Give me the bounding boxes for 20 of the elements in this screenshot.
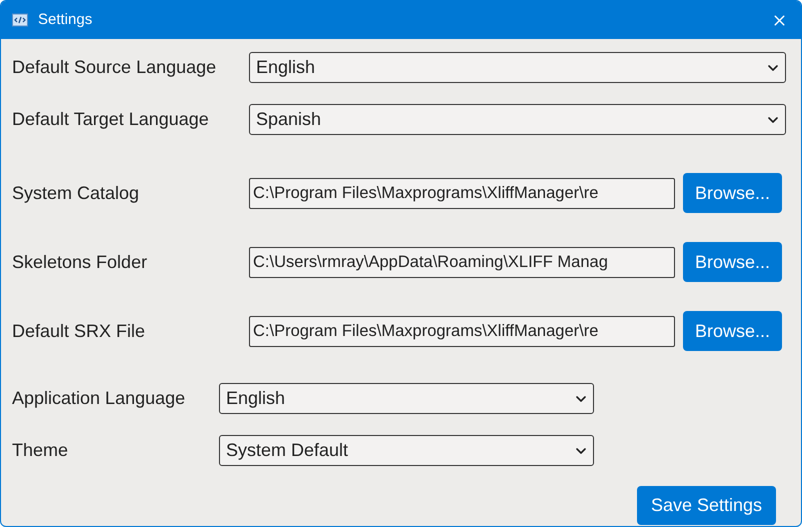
window-title: Settings: [38, 10, 92, 30]
field-label: Application Language: [12, 387, 186, 410]
field-label: Default SRX File: [12, 320, 146, 342]
browse-button[interactable]: Browse...: [683, 311, 782, 351]
code-window-icon: [12, 13, 28, 27]
save-settings-button[interactable]: Save Settings: [637, 486, 776, 525]
field-label: Skeletons Folder: [12, 250, 148, 274]
dropdown[interactable]: System Default: [219, 435, 594, 466]
field-label: System Catalog: [12, 182, 140, 205]
field-label: Theme: [12, 439, 70, 462]
browse-button[interactable]: Browse...: [683, 173, 782, 213]
browse-button[interactable]: Browse...: [683, 242, 782, 282]
dropdown[interactable]: Spanish: [249, 104, 786, 135]
dropdown[interactable]: English: [219, 383, 594, 414]
dropdown[interactable]: English: [249, 52, 786, 83]
field-label: Default Source Language: [12, 56, 218, 79]
path-field[interactable]: C:\Users\rmray\AppData\Roaming\XLIFF Manag: [249, 246, 675, 278]
field-label: Default Target Language: [12, 108, 210, 131]
path-field[interactable]: C:\Program Files\Maxprograms\XliffManager\re: [249, 316, 675, 346]
path-field[interactable]: C:\Program Files\Maxprograms\XliffManager\re: [249, 178, 675, 208]
